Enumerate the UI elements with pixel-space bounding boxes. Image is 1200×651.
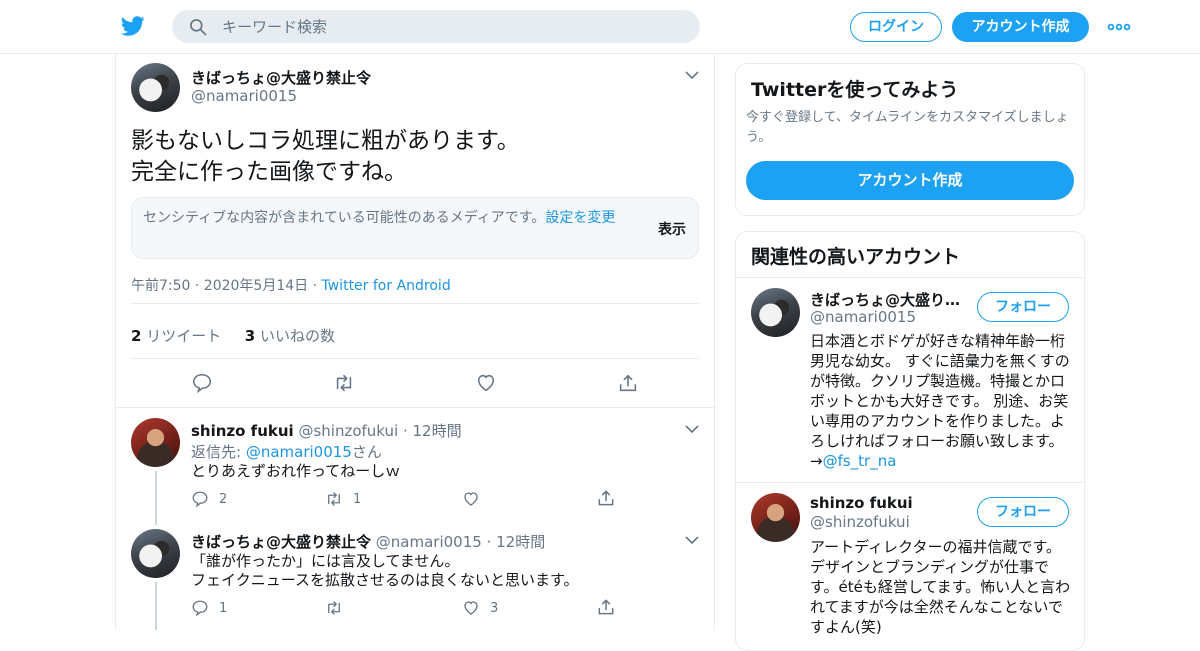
tweet-text-line: 影もないしコラ処理に粗があります。 <box>131 128 520 154</box>
reply-author-name[interactable]: shinzo fukui @shinzofukui · 12時間 <box>191 420 462 441</box>
bio-text: 日本酒とボドゲが好きな精神年齢一桁男児な幼女。 すぐに語彙力を無くすのが特徴。ク… <box>810 332 1070 470</box>
like-label: いいねの数 <box>255 327 335 345</box>
account-name[interactable]: きばっちょ@大盛り… <box>810 289 960 310</box>
reply-name[interactable]: shinzo fukui <box>191 422 294 440</box>
like-count: 3 <box>244 327 256 345</box>
bio-mention-link[interactable]: @fs_tr_na <box>823 452 897 470</box>
reply-handle[interactable]: @namari0015 <box>376 533 482 551</box>
reply-text: とりあえずおれ作ってねーしｗ <box>191 462 401 480</box>
retweet-count: 1 <box>353 491 362 507</box>
reply-icon <box>192 491 208 508</box>
chevron-down-icon[interactable] <box>685 536 699 545</box>
tweet-client-link[interactable]: Twitter for Android <box>322 278 451 294</box>
twitter-bird-icon[interactable] <box>120 14 146 38</box>
share-icon[interactable] <box>596 597 616 617</box>
search-bar[interactable] <box>172 10 700 43</box>
chevron-down-icon[interactable] <box>685 425 699 434</box>
signup-card-button[interactable]: アカウント作成 <box>746 161 1074 200</box>
related-accounts-title: 関連性の高いアカウント <box>751 246 961 268</box>
login-button[interactable]: ログイン <box>850 12 942 42</box>
reply-author-name[interactable]: きばっちょ@大盛り禁止令 @namari0015 · 12時間 <box>191 531 545 552</box>
avatar[interactable] <box>751 493 800 542</box>
sensitive-message: センシティブな内容が含まれている可能性のあるメディアです。設定を変更 <box>143 208 633 228</box>
reply-name[interactable]: きばっちょ@大盛り禁止令 <box>191 533 371 551</box>
signup-card-subtitle: 今すぐ登録して、タイムラインをカスタマイズしましょう。 <box>746 110 1069 145</box>
signup-card-title: Twitterを使ってみよう <box>751 79 959 101</box>
reply-action[interactable]: 2 <box>191 490 227 508</box>
tweet-text: 影もないしコラ処理に粗があります。 完全に作った画像ですね。 <box>131 126 520 188</box>
chevron-down-icon[interactable] <box>685 71 699 80</box>
divider <box>736 482 1084 483</box>
sensitive-media-notice: センシティブな内容が含まれている可能性のあるメディアです。設定を変更 表示 <box>131 197 699 259</box>
divider <box>116 407 714 408</box>
more-dots-icon[interactable] <box>1107 18 1131 36</box>
retweet-label: リツイート <box>141 327 222 345</box>
signup-button[interactable]: アカウント作成 <box>952 12 1089 42</box>
avatar[interactable] <box>751 288 800 337</box>
like-action[interactable] <box>462 490 490 508</box>
related-accounts-card: 関連性の高いアカウント きばっちょ@大盛り… @namari0015 フォロー … <box>735 231 1085 651</box>
like-action[interactable]: 3 <box>462 599 498 617</box>
retweet-icon[interactable] <box>333 372 355 394</box>
divider <box>131 303 699 304</box>
signup-card: Twitterを使ってみよう 今すぐ登録して、タイムラインをカスタマイズしましょ… <box>735 63 1085 216</box>
change-settings-link[interactable]: 設定を変更 <box>545 210 615 226</box>
reply-text-line: 「誰が作ったか」には言及してません。 <box>191 552 460 570</box>
reply-prefix: 返信先: <box>191 443 246 461</box>
retweet-count: 2 <box>131 327 142 345</box>
author-name[interactable]: きばっちょ@大盛り禁止令 <box>191 67 371 88</box>
share-icon[interactable] <box>617 372 639 394</box>
like-icon <box>464 492 478 506</box>
account-handle[interactable]: @shinzofukui <box>810 513 910 531</box>
account-bio: アートディレクターの福井信蔵です。デザインとブランディングが仕事です。étéも経… <box>810 538 1071 636</box>
like-count: 3 <box>490 600 499 616</box>
reply-text-line: フェイクニュースを拡散させるのは良くないと思います。 <box>191 571 579 589</box>
thread-line <box>155 582 157 630</box>
top-bar: ログイン アカウント作成 <box>0 0 1200 54</box>
divider <box>736 277 1084 278</box>
tweet-time[interactable]: 午前7:50 · 2020年5月14日 · <box>131 278 322 294</box>
retweet-icon <box>328 492 340 506</box>
retweet-stat[interactable]: 2 リツイート <box>131 327 221 345</box>
divider <box>131 358 699 359</box>
retweet-action[interactable]: 1 <box>325 490 361 508</box>
sensitive-text: センシティブな内容が含まれている可能性のあるメディアです。 <box>143 210 546 226</box>
reply-icon[interactable] <box>191 372 213 394</box>
tweet-column: きばっちょ@大盛り禁止令 @namari0015 影もないしコラ処理に粗がありま… <box>115 54 715 630</box>
reply-time[interactable]: · 12時間 <box>482 533 546 551</box>
search-input[interactable] <box>222 10 682 43</box>
account-bio: 日本酒とボドゲが好きな精神年齢一桁男児な幼女。 すぐに語彙力を無くすのが特徴。ク… <box>810 331 1072 471</box>
reply-count: 1 <box>219 600 228 616</box>
reply-icon <box>192 600 208 617</box>
account-handle[interactable]: @namari0015 <box>810 308 916 326</box>
avatar[interactable] <box>131 529 180 578</box>
search-icon <box>190 19 207 36</box>
reply-text: 「誰が作ったか」には言及してません。 フェイクニュースを拡散させるのは良くないと… <box>191 552 578 590</box>
reply-handle[interactable]: @shinzofukui <box>298 422 398 440</box>
reply-mention-link[interactable]: @namari0015 <box>246 443 352 461</box>
tweet-timestamp: 午前7:50 · 2020年5月14日 · Twitter for Androi… <box>131 275 451 295</box>
follow-button[interactable]: フォロー <box>977 497 1069 527</box>
share-icon[interactable] <box>596 488 616 508</box>
like-icon <box>464 601 478 615</box>
account-name[interactable]: shinzo fukui <box>810 494 913 512</box>
reply-context: 返信先: @namari0015さん <box>191 441 382 462</box>
tweet-stats: 2 リツイート 3 いいねの数 <box>131 325 335 346</box>
thread-line <box>155 471 157 525</box>
follow-button[interactable]: フォロー <box>977 292 1069 322</box>
like-stat[interactable]: 3 いいねの数 <box>245 327 335 345</box>
like-icon[interactable] <box>475 372 497 394</box>
avatar[interactable] <box>131 63 180 112</box>
retweet-action[interactable] <box>325 599 353 617</box>
show-media-button[interactable]: 表示 <box>658 219 686 239</box>
retweet-icon <box>328 601 340 615</box>
reply-count: 2 <box>219 491 228 507</box>
tweet-text-line: 完全に作った画像ですね。 <box>131 159 407 185</box>
avatar[interactable] <box>131 418 180 467</box>
reply-action[interactable]: 1 <box>191 599 227 617</box>
author-handle[interactable]: @namari0015 <box>191 87 297 105</box>
reply-time[interactable]: · 12時間 <box>398 422 462 440</box>
reply-suffix: さん <box>351 443 382 461</box>
